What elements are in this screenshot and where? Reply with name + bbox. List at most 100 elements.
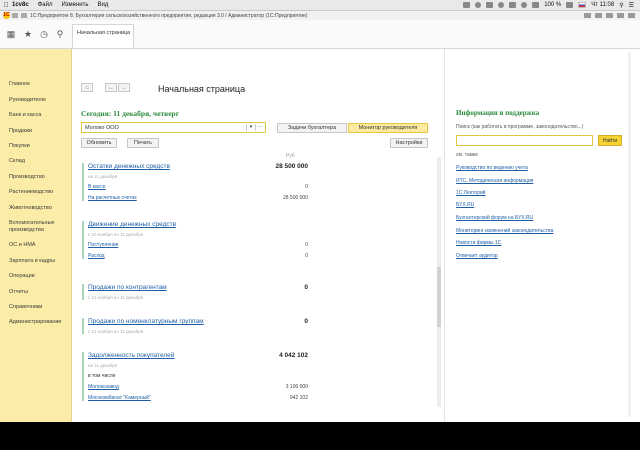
see-also-label: см. также (456, 152, 479, 158)
menu-app[interactable]: 1cv8c (12, 2, 29, 8)
sidebar-item-reports[interactable]: Отчеты (9, 289, 69, 296)
menu-list-icon[interactable]: ☰ (629, 2, 634, 9)
accountant-tasks-button[interactable]: Задачи бухгалтера (277, 123, 347, 133)
window-menu-icon[interactable] (628, 13, 635, 18)
support-link[interactable]: 1С:Лекторий (456, 190, 485, 196)
sections-grid-icon[interactable]: ▦ (4, 25, 18, 43)
search-toolbar-icon[interactable]: ⚲ (53, 25, 67, 43)
bank-accounts-link[interactable]: На расчетных счетах (88, 195, 137, 201)
cash-flow-title[interactable]: Движение денежных средств (88, 221, 176, 228)
cash-balance-period[interactable]: на 11 декабря (88, 174, 308, 179)
cash-in-register-value: 0 (305, 184, 308, 190)
forward-arrow-icon[interactable]: → (118, 83, 130, 92)
history-icon[interactable] (595, 13, 602, 18)
back-arrow-icon[interactable]: ← (105, 83, 117, 92)
sections-sidebar: Главное Руководителю Банк и касса Продаж… (0, 49, 72, 422)
input-language-icon[interactable] (578, 2, 587, 8)
search-icon[interactable]: ⚲ (619, 2, 623, 9)
sidebar-item-crop[interactable]: Растениеводство (9, 189, 69, 196)
sidebar-item-livestock[interactable]: Животноводство (9, 205, 69, 212)
sidebar-item-auxiliary[interactable]: Вспомогательные производства (9, 220, 69, 234)
debtor-value: 942 102 (289, 395, 308, 401)
bluetooth-icon[interactable] (509, 2, 517, 8)
support-search-input[interactable] (456, 135, 593, 146)
cash-flow-period[interactable]: с 10 ноября по 11 декабря (88, 232, 308, 237)
receipts-link[interactable]: Поступления (88, 242, 118, 248)
favorites-star-icon[interactable]: ★ (21, 25, 35, 43)
titlebar-back-icon[interactable] (21, 13, 27, 18)
settings-button[interactable]: Настройки (390, 138, 428, 148)
tray-clock-icon[interactable] (498, 2, 505, 8)
sidebar-item-assets[interactable]: ОС и НМА (9, 242, 69, 249)
support-scrollbar[interactable] (628, 52, 631, 417)
wifi-icon[interactable] (521, 2, 528, 8)
favorites-icon[interactable] (606, 13, 613, 18)
home-icon[interactable]: ⌂ (81, 83, 93, 92)
sales-nomenclature-value: 0 (304, 318, 308, 325)
support-link[interactable]: Руководство по ведению учета (456, 165, 528, 171)
customer-debt-widget: Задолженность покупателей 4 042 102 на 1… (82, 352, 308, 401)
sidebar-item-manager[interactable]: Руководителю (9, 97, 69, 104)
menu-view[interactable]: Вид (98, 2, 109, 8)
debtor-link[interactable]: Молокозавод (88, 384, 119, 390)
support-link[interactable]: Мониторинг изменений законодательства (456, 228, 553, 234)
menubar-tray: 100 % Чт 11:08 ⚲ ☰ (463, 2, 640, 9)
refresh-button[interactable]: Обновить (81, 138, 117, 148)
open-icon[interactable]: ⋯ (255, 124, 264, 131)
info-icon[interactable] (617, 13, 624, 18)
notifications-icon[interactable] (584, 13, 591, 18)
tray-sync-icon[interactable] (475, 2, 482, 8)
sales-counterparties-period[interactable]: с 12 ноября по 11 декабря (88, 295, 308, 300)
sidebar-item-main[interactable]: Главное (9, 81, 69, 88)
menu-file[interactable]: Файл (38, 2, 53, 8)
tray-app-icon[interactable] (463, 2, 471, 8)
battery-icon[interactable] (566, 2, 574, 8)
sidebar-item-payroll[interactable]: Зарплата и кадры (9, 258, 69, 265)
window-title: 1С:Предприятие 8. Бухгалтерия сельскохоз… (30, 12, 308, 19)
expense-value: 0 (305, 253, 308, 259)
sales-counterparties-widget: Продажи по контрагентам 0 с 12 ноября по… (82, 284, 308, 300)
sidebar-item-catalogs[interactable]: Справочники (9, 304, 69, 311)
chevron-down-icon[interactable]: ▾ (246, 124, 255, 131)
customer-debt-total: 4 042 102 (279, 352, 308, 359)
sales-counterparties-title[interactable]: Продажи по контрагентам (88, 284, 167, 291)
sales-counterparties-value: 0 (304, 284, 308, 291)
organization-select[interactable]: Молоко ООО ▾ ⋯ (81, 122, 266, 133)
screen:  1cv8c Файл Изменить Вид 100 % Чт 11:08… (0, 0, 640, 422)
history-clock-icon[interactable]: ◷ (37, 25, 51, 43)
find-button[interactable]: Найти (598, 135, 622, 146)
clock[interactable]: Чт 11:08 (591, 2, 614, 8)
cash-in-register-link[interactable]: В кассе (88, 184, 106, 190)
customer-debt-title[interactable]: Задолженность покупателей (88, 352, 174, 359)
sidebar-item-operations[interactable]: Операции (9, 273, 69, 280)
volume-icon[interactable] (532, 2, 540, 8)
support-link[interactable]: Новости фирмы 1С (456, 240, 501, 246)
sidebar-item-sales[interactable]: Продажи (9, 128, 69, 135)
support-link[interactable]: Отвечает аудитор (456, 253, 498, 259)
sidebar-item-production[interactable]: Производство (9, 174, 69, 181)
apple-icon[interactable]:  (0, 2, 12, 9)
sidebar-item-admin[interactable]: Администрирование (9, 319, 69, 326)
titlebar-menu-icon[interactable] (12, 13, 18, 18)
debtor-link[interactable]: Мясокомбинат "Камерный" (88, 395, 151, 401)
tray-cloud-icon[interactable] (486, 2, 494, 8)
customer-debt-period[interactable]: на 11 декабря (88, 363, 308, 368)
sidebar-item-bank[interactable]: Банк и касса (9, 112, 69, 119)
manager-monitor-button[interactable]: Монитор руководителя (348, 123, 428, 133)
sidebar-item-purchases[interactable]: Покупки (9, 143, 69, 150)
sales-nomenclature-period[interactable]: с 12 ноября по 11 декабря (88, 329, 308, 334)
support-link[interactable]: БУХ.RU (456, 202, 474, 208)
sales-nomenclature-title[interactable]: Продажи по номенклатурным группам (88, 318, 204, 325)
cash-balance-title[interactable]: Остатки денежных средств (88, 163, 170, 170)
scrollbar-thumb[interactable] (437, 267, 441, 327)
support-link[interactable]: ИТС. Методическая информация (456, 178, 533, 184)
1c-logo-icon: 1C (3, 12, 10, 19)
toolbar: ▦ ★ ◷ ⚲ Начальная страница (0, 20, 640, 49)
main-scrollbar[interactable] (437, 157, 441, 407)
sidebar-item-warehouse[interactable]: Склад (9, 158, 69, 165)
support-link[interactable]: Бухгалтерский форум на БУХ.RU (456, 215, 533, 221)
tab-home[interactable]: Начальная страница (72, 24, 134, 48)
expense-link[interactable]: Расход (88, 253, 104, 259)
print-button[interactable]: Печать (127, 138, 159, 148)
menu-edit[interactable]: Изменить (61, 2, 88, 8)
